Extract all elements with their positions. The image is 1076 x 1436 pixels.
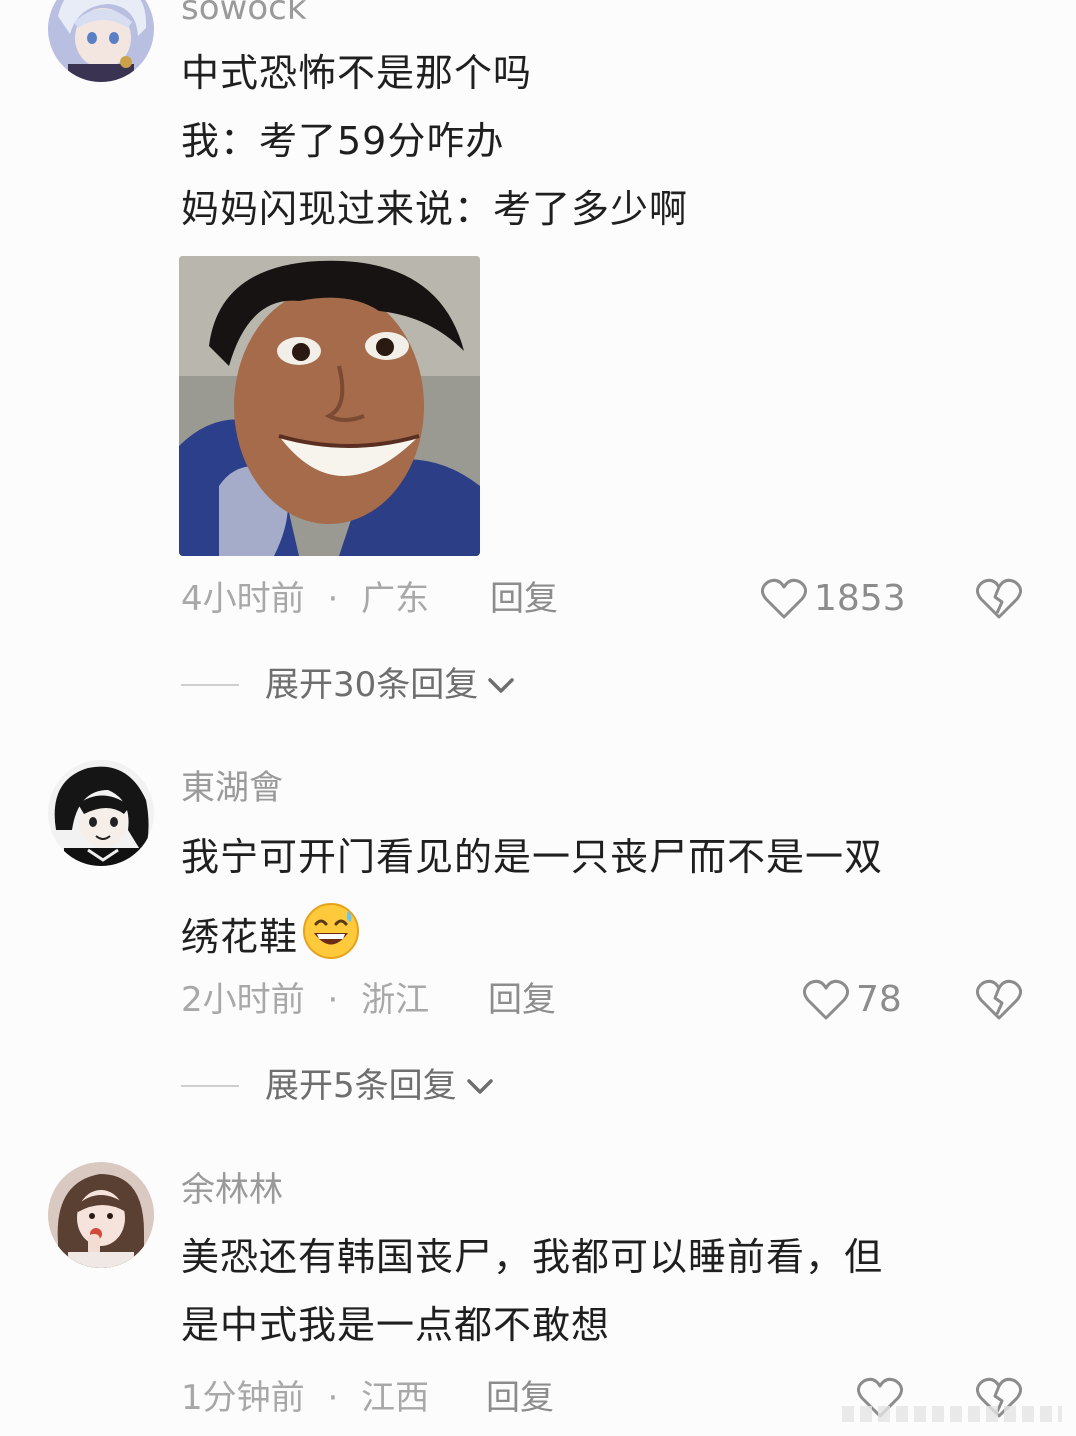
comment-text-line: 是中式我是一点都不敢想 xyxy=(181,1303,611,1347)
divider-dash xyxy=(181,1085,239,1087)
comment-location: 广东 xyxy=(361,579,430,619)
comment-text-line: 我宁可开门看见的是一只丧尸而不是一双 xyxy=(181,835,884,879)
like-button[interactable]: 78 xyxy=(802,978,902,1022)
broken-heart-icon[interactable] xyxy=(975,577,1023,621)
comment-text-line: 我：考了59分咋办 xyxy=(181,119,505,163)
avatar[interactable] xyxy=(48,0,154,82)
reply-button[interactable]: 回复 xyxy=(486,1378,554,1418)
comment-time: 2小时前 xyxy=(181,980,305,1020)
broken-heart-icon[interactable] xyxy=(975,978,1023,1022)
expand-replies-button[interactable]: 展开5条回复 xyxy=(181,1066,495,1106)
comment-time: 1分钟前 xyxy=(181,1378,305,1418)
avatar[interactable] xyxy=(48,1162,154,1268)
comment-text-line: 美恐还有韩国丧尸，我都可以睡前看，但 xyxy=(181,1235,884,1279)
divider-dash xyxy=(181,684,239,686)
comment-time: 4小时前 xyxy=(181,579,305,619)
username[interactable]: 余林林 xyxy=(181,1170,283,1210)
reply-button[interactable]: 回复 xyxy=(490,579,558,619)
comment-text-line: 妈妈闪现过来说：考了多少啊 xyxy=(181,187,689,231)
heart-outline-icon xyxy=(803,979,849,1020)
expand-replies-label: 展开5条回复 xyxy=(265,1066,457,1106)
expand-replies-label: 展开30条回复 xyxy=(265,665,479,705)
grinning-sweat-emoji xyxy=(303,903,360,959)
expand-replies-button[interactable]: 展开30条回复 xyxy=(181,665,516,705)
meta-separator: · xyxy=(327,1378,339,1418)
comment-text-segment: 绣花鞋 xyxy=(181,915,299,959)
like-count: 78 xyxy=(856,979,902,1020)
reply-button[interactable]: 回复 xyxy=(488,980,556,1020)
username[interactable]: 東湖會 xyxy=(181,768,283,808)
comment-meta: 1分钟前 · 江西 xyxy=(181,1378,429,1418)
chevron-down-icon xyxy=(488,678,515,693)
comment-text-line: 绣花鞋 xyxy=(181,902,360,960)
comment-location: 江西 xyxy=(361,1378,430,1418)
meta-separator: · xyxy=(327,980,339,1020)
watermark xyxy=(842,1406,1062,1422)
comment-text-line: 中式恐怖不是那个吗 xyxy=(181,51,533,95)
like-button[interactable]: 1853 xyxy=(760,577,906,621)
comment-location: 浙江 xyxy=(361,980,430,1020)
comment-meta: 4小时前 · 广东 xyxy=(181,579,429,619)
heart-outline-icon xyxy=(761,578,807,619)
meta-separator: · xyxy=(327,579,339,619)
chevron-down-icon xyxy=(466,1079,493,1094)
comment-meta: 2小时前 · 浙江 xyxy=(181,980,429,1020)
comment-image[interactable] xyxy=(179,256,480,556)
username[interactable]: sowock xyxy=(181,0,307,28)
like-count: 1853 xyxy=(814,578,906,619)
avatar[interactable] xyxy=(48,760,154,866)
